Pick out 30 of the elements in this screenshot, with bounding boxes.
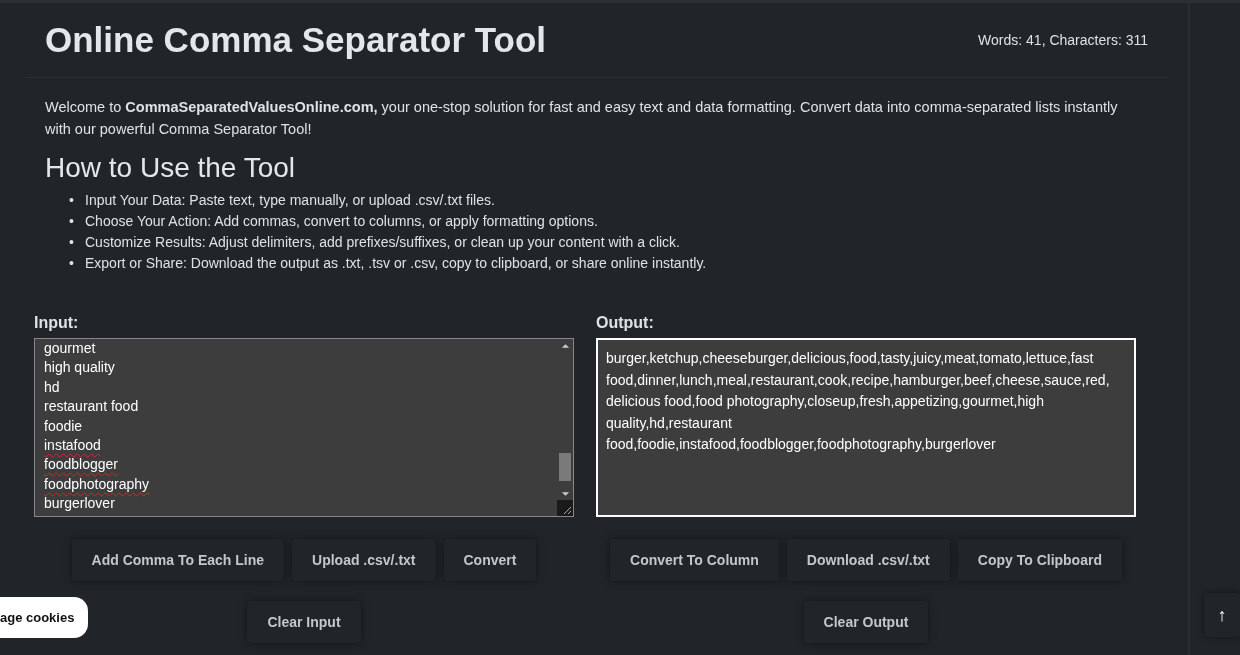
scroll-up-icon[interactable]	[560, 343, 570, 349]
action-button[interactable]: Copy To Clipboard	[957, 539, 1122, 581]
bullet: •	[69, 233, 75, 252]
bullet: •	[69, 191, 75, 210]
scroll-top-button[interactable]: ↑	[1204, 593, 1240, 637]
resize-grip-icon[interactable]	[557, 500, 573, 516]
step-item: Customize Results: Adjust delimiters, add prefixes/suffixes, or clean up your content with a click.	[85, 233, 680, 252]
step-item: Export or Share: Download the output as .txt, .tsv or .csv, copy to clipboard, or share online instantly.	[85, 254, 707, 273]
scroll-down-icon[interactable]	[560, 491, 570, 497]
word-count: Words: 41, Characters: 311	[978, 32, 1148, 48]
action-button[interactable]: Upload .csv/.txt	[292, 539, 436, 581]
page-title: Online Comma Separator Tool	[45, 20, 547, 60]
manage-cookies-button[interactable]: age cookies	[0, 597, 89, 638]
scrollbar-thumb[interactable]	[559, 453, 571, 481]
bullet: •	[69, 212, 75, 231]
step-item: Choose Your Action: Add commas, convert to columns, or apply formatting options.	[85, 212, 598, 231]
action-button[interactable]: Convert To Column	[610, 539, 779, 581]
action-button[interactable]: Download .csv/.txt	[786, 539, 950, 581]
bullet: •	[69, 254, 75, 273]
clear-input-button[interactable]: Clear Input	[247, 601, 361, 643]
intro-paragraph: Welcome to CommaSeparatedValuesOnline.com, your one-stop solution for fast and easy text and data formatting. Convert data into comma-separated lists instantly with our powerful Comma Separator Tool!	[45, 98, 1119, 139]
output-label: Output:	[596, 314, 655, 332]
clear-output-button[interactable]: Clear Output	[803, 601, 929, 643]
step-item: Input Your Data: Paste text, type manually, or upload .csv/.txt files.	[85, 191, 495, 210]
action-button[interactable]: Convert	[443, 539, 537, 581]
output-textarea[interactable]: burger,ketchup,cheeseburger,delicious,food,tasty,juicy,meat,tomato,lettuce,fast food,dinner,lunch,meal,restaurant,cook,recipe,hamburger,beef,cheese,sauce,red, delicious food,food photography,closeup,fresh,appetizing,gourmet,high quality,hd,restaurant food,foodie,instafood,foodblogger,foodphotography,burgerlover	[596, 338, 1136, 517]
input-textarea[interactable]: gourmet high quality hd restaurant food foodie instafood foodblogger foodphotography burgerlover	[34, 338, 574, 517]
section-heading: How to Use the Tool	[45, 152, 297, 184]
input-label: Input:	[34, 314, 80, 332]
action-button[interactable]: Add Comma To Each Line	[71, 539, 285, 581]
